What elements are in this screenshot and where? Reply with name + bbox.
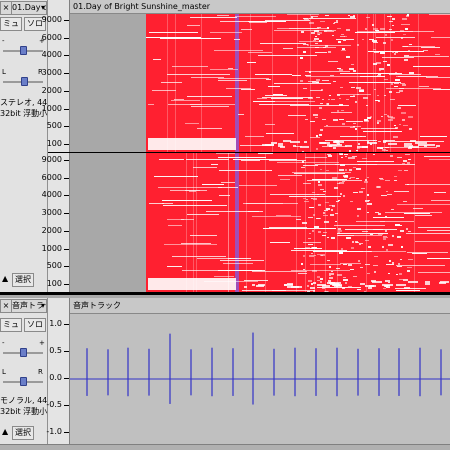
frequency-tick-label: 2000 bbox=[41, 85, 62, 95]
frequency-tick bbox=[64, 73, 69, 75]
track-sample-format-info: 32bit 浮動小数点 bbox=[0, 109, 47, 118]
frequency-tick bbox=[64, 213, 69, 215]
amplitude-tick bbox=[64, 405, 69, 406]
pan-left-label: L bbox=[2, 68, 6, 76]
pan-left-label: L bbox=[2, 368, 6, 376]
frequency-tick-label: 4000 bbox=[41, 190, 62, 200]
frequency-tick bbox=[64, 266, 69, 268]
close-track-icon[interactable]: × bbox=[1, 2, 12, 14]
frequency-tick-label: 6000 bbox=[41, 172, 62, 182]
track-menu-icon[interactable]: ▾ bbox=[41, 2, 45, 14]
gain-minus-label: - bbox=[2, 37, 5, 45]
track-menu-icon[interactable]: ▾ bbox=[41, 300, 45, 312]
frequency-tick bbox=[64, 230, 69, 232]
frequency-tick bbox=[64, 55, 69, 57]
frequency-tick bbox=[64, 37, 69, 39]
frequency-tick-label: 500 bbox=[46, 121, 62, 131]
amplitude-tick-label: -1.0 bbox=[46, 427, 62, 436]
clip-title-bar[interactable]: 音声トラック bbox=[70, 298, 450, 314]
frequency-tick-label: 500 bbox=[46, 261, 62, 271]
frequency-tick-label: 2000 bbox=[41, 225, 62, 235]
amplitude-tick bbox=[64, 432, 69, 433]
waveform-image bbox=[70, 332, 450, 405]
frequency-tick-label: 9000 bbox=[41, 155, 62, 164]
frequency-tick-label: 6000 bbox=[41, 32, 62, 42]
gain-minus-label: - bbox=[2, 339, 5, 347]
frequency-tick-label: 1000 bbox=[41, 243, 62, 253]
solo-button[interactable]: ソロ bbox=[24, 318, 46, 332]
frequency-tick-label: 3000 bbox=[41, 68, 62, 78]
amplitude-tick bbox=[64, 324, 69, 325]
frequency-tick bbox=[64, 20, 69, 21]
clip-title-bar[interactable]: 01.Day of Bright Sunshine_master bbox=[70, 0, 450, 14]
select-track-button[interactable]: 選択 bbox=[12, 273, 34, 287]
bottom-border bbox=[0, 444, 450, 450]
spectrogram-left-channel[interactable] bbox=[70, 14, 450, 152]
frequency-tick-label: 1000 bbox=[41, 103, 62, 113]
track-title-bar[interactable]: ×音声トラック▾ bbox=[0, 299, 47, 313]
pan-slider-knob[interactable] bbox=[20, 377, 27, 386]
spectrogram-image bbox=[70, 14, 450, 152]
frequency-tick bbox=[64, 195, 69, 197]
gain-slider-knob[interactable] bbox=[20, 348, 27, 357]
amplitude-tick-label: 0.0 bbox=[49, 373, 62, 382]
mute-button[interactable]: ミュート bbox=[0, 17, 22, 31]
track-title-bar[interactable]: ×01.Day of Bri▾ bbox=[0, 1, 47, 15]
amplitude-tick-label: -0.5 bbox=[46, 400, 62, 409]
track-format-info: ステレオ, 44100Hz bbox=[0, 98, 47, 107]
spectrogram-right-channel[interactable] bbox=[70, 153, 450, 292]
track-format-info: モノラル, 44100Hz bbox=[0, 396, 47, 405]
frequency-ruler-left-channel: 9000 6000 4000 3000 2000 1000 500 100 bbox=[42, 0, 70, 152]
frequency-tick bbox=[64, 248, 69, 250]
pan-slider-knob[interactable] bbox=[21, 77, 28, 86]
frequency-tick-label: 9000 bbox=[41, 15, 62, 24]
frequency-tick bbox=[64, 160, 69, 161]
select-track-button[interactable]: 選択 bbox=[12, 426, 34, 440]
frequency-tick-label: 100 bbox=[46, 139, 62, 148]
gain-slider-knob[interactable] bbox=[20, 46, 27, 55]
track-select-area[interactable]: ▲ 選択 bbox=[0, 272, 47, 288]
frequency-tick bbox=[64, 177, 69, 179]
track-control-panel-waveform: ×音声トラック▾ ミュート ソロ - + L R モノラル, 44100Hz 3… bbox=[0, 298, 48, 444]
amplitude-tick-label: 1.0 bbox=[49, 319, 62, 328]
collapse-arrow-icon[interactable]: ▲ bbox=[2, 427, 8, 436]
spectrogram-image bbox=[70, 153, 450, 292]
amplitude-ruler: 1.0 0.5 0.0 -0.5 -1.0 bbox=[46, 298, 70, 444]
collapse-arrow-icon[interactable]: ▲ bbox=[2, 274, 8, 283]
pan-right-label: R bbox=[38, 368, 43, 376]
frequency-tick-label: 100 bbox=[46, 279, 62, 288]
frequency-tick bbox=[64, 108, 69, 110]
track-sample-format-info: 32bit 浮動小数点 bbox=[0, 407, 47, 416]
frequency-tick bbox=[64, 90, 69, 92]
gain-plus-label: + bbox=[39, 339, 45, 347]
close-track-icon[interactable]: × bbox=[1, 300, 12, 312]
frequency-tick-label: 3000 bbox=[41, 208, 62, 218]
amplitude-tick bbox=[64, 378, 69, 379]
frequency-tick bbox=[64, 284, 69, 285]
frequency-tick bbox=[64, 126, 69, 128]
frequency-ruler-right-channel: 9000 6000 4000 3000 2000 1000 500 100 bbox=[42, 153, 70, 292]
mute-button[interactable]: ミュート bbox=[0, 318, 22, 332]
amplitude-tick bbox=[64, 351, 69, 352]
waveform-area[interactable] bbox=[70, 314, 450, 444]
track-select-area[interactable]: ▲ 選択 bbox=[0, 425, 47, 441]
amplitude-tick-label: 0.5 bbox=[49, 346, 62, 355]
frequency-tick-label: 4000 bbox=[41, 50, 62, 60]
frequency-tick bbox=[64, 144, 69, 145]
